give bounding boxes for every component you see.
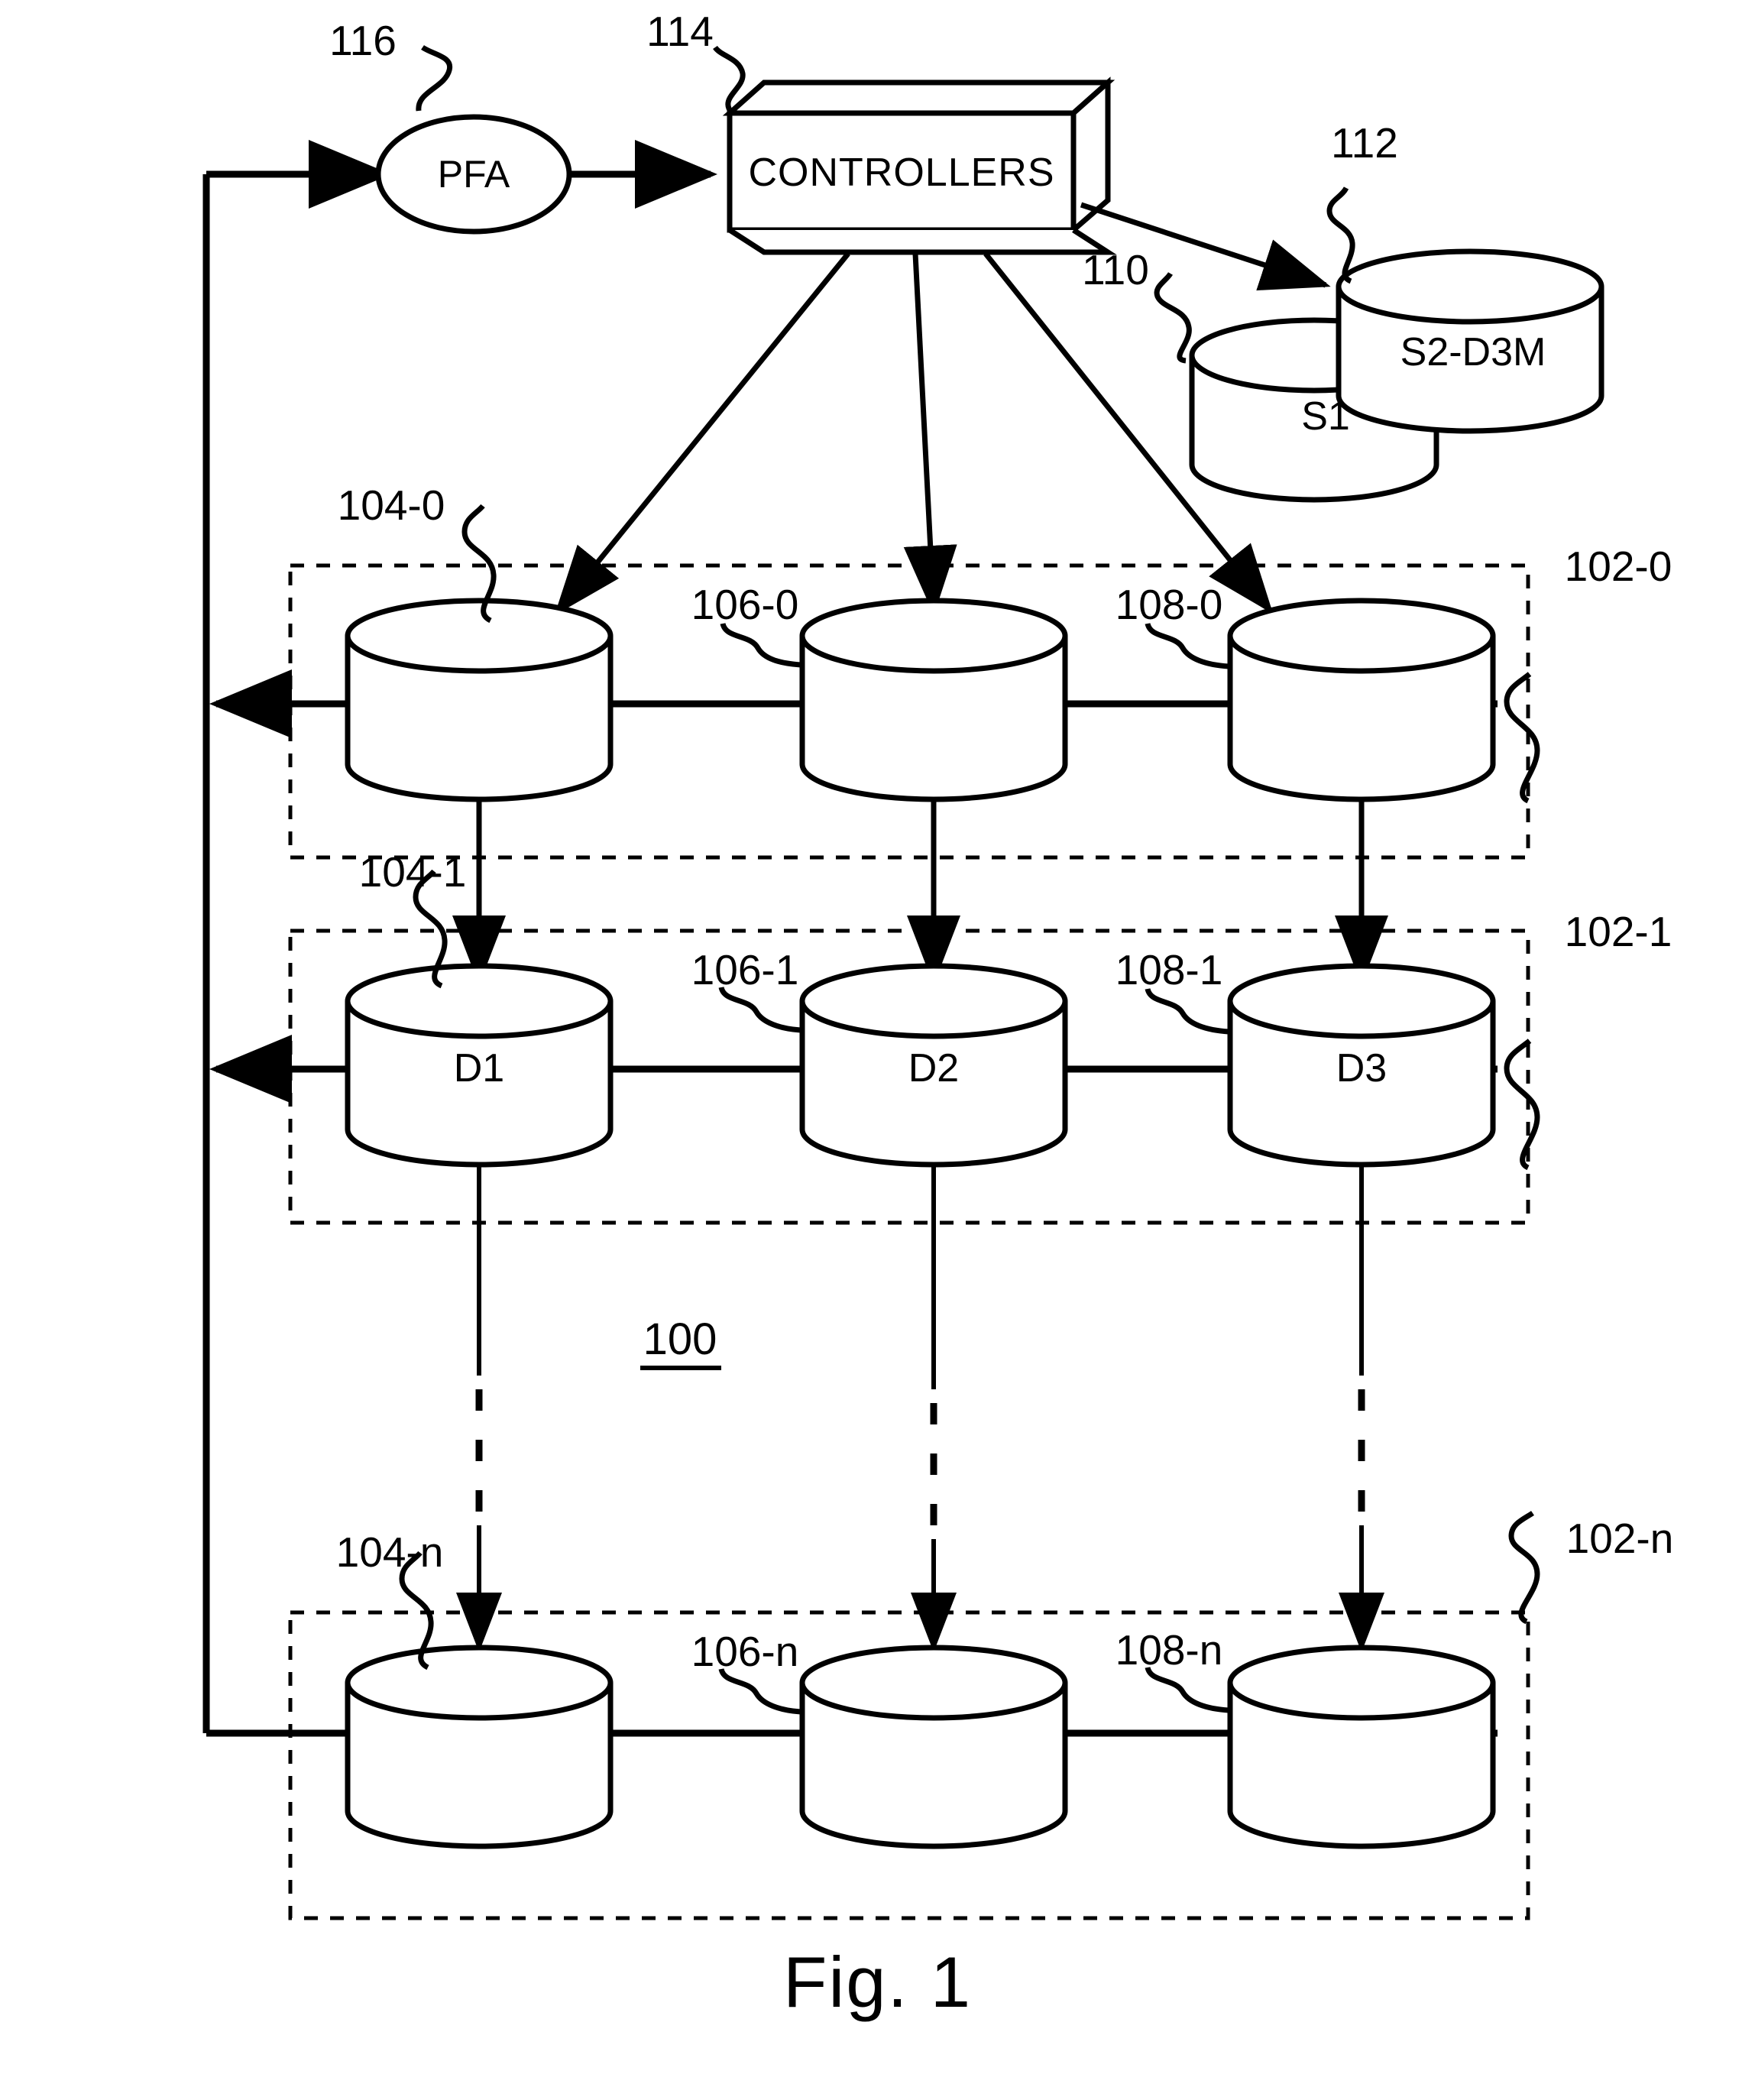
cylinder-106-0[interactable] bbox=[799, 598, 1068, 802]
ref-106-1-label: 106-1 bbox=[691, 946, 799, 993]
ref-102-0-leader: 102-0 bbox=[1504, 543, 1672, 804]
ref-102-1-label: 102-1 bbox=[1565, 908, 1672, 955]
ref-106-0-label: 106-0 bbox=[691, 581, 799, 628]
feedback-bus bbox=[202, 140, 391, 1737]
ref-102-1-leader: 102-1 bbox=[1504, 908, 1672, 1171]
ref-110-label: 110 bbox=[1082, 246, 1149, 293]
pfa-node[interactable]: PFA bbox=[375, 114, 572, 235]
pfa-label: PFA bbox=[438, 153, 510, 196]
cylinder-104-1[interactable]: D1 bbox=[345, 963, 614, 1168]
system-label-100-text: 100 bbox=[643, 1314, 717, 1364]
cylinder-108-n[interactable] bbox=[1227, 1645, 1496, 1849]
ref-106-n-leader: 106-n bbox=[691, 1628, 801, 1715]
ref-102-n-leader: 102-n bbox=[1508, 1511, 1674, 1625]
ref-116-label: 116 bbox=[329, 17, 397, 64]
controllers-to-106-0-arrow bbox=[903, 253, 957, 615]
ref-110-leader: 110 bbox=[1082, 246, 1192, 364]
ref-104-0-label: 104-0 bbox=[338, 481, 445, 529]
ref-108-1-leader: 108-1 bbox=[1115, 946, 1229, 1035]
cylinder-104-0[interactable] bbox=[345, 598, 614, 802]
cylinder-106-1-label: D2 bbox=[908, 1046, 959, 1091]
s2d3m-label: S2-D3M bbox=[1400, 330, 1546, 374]
ref-104-1-label: 104-1 bbox=[359, 848, 467, 896]
ref-102-n-label: 102-n bbox=[1566, 1515, 1674, 1562]
cylinder-108-0[interactable] bbox=[1227, 598, 1496, 802]
cylinder-106-1[interactable]: D2 bbox=[799, 963, 1068, 1168]
ref-108-1-label: 108-1 bbox=[1115, 946, 1223, 993]
ref-108-0-leader: 108-0 bbox=[1115, 581, 1229, 669]
ref-106-0-leader: 106-0 bbox=[691, 581, 801, 668]
ref-112-label: 112 bbox=[1331, 119, 1398, 167]
cylinder-104-n[interactable] bbox=[345, 1645, 614, 1849]
cylinder-108-1-label: D3 bbox=[1336, 1046, 1387, 1091]
cylinder-108-1[interactable]: D3 bbox=[1227, 963, 1496, 1168]
system-label-100: 100 bbox=[640, 1314, 721, 1370]
ref-106-n-label: 106-n bbox=[691, 1628, 799, 1675]
controllers-to-104-0-arrow bbox=[554, 251, 850, 616]
ref-108-n-leader: 108-n bbox=[1115, 1626, 1229, 1713]
s2d3m-cylinder[interactable]: S2-D3M bbox=[1336, 248, 1604, 434]
patent-figure: PFA 116 CONTROLLERS 114 S1 110 S2-D3M 11… bbox=[0, 0, 1755, 2100]
ref-114-label: 114 bbox=[646, 8, 714, 55]
ref-104-n-label: 104-n bbox=[336, 1528, 444, 1576]
diagram-canvas: PFA 116 CONTROLLERS 114 S1 110 S2-D3M 11… bbox=[202, 8, 1674, 1920]
ref-116-leader: 116 bbox=[329, 17, 453, 112]
cylinder-106-n[interactable] bbox=[799, 1645, 1068, 1849]
ref-106-1-leader: 106-1 bbox=[691, 946, 801, 1033]
controllers-node[interactable]: CONTROLLERS bbox=[722, 76, 1117, 255]
cylinder-104-1-label: D1 bbox=[454, 1046, 504, 1091]
ref-102-0-label: 102-0 bbox=[1565, 543, 1672, 590]
controllers-label: CONTROLLERS bbox=[748, 151, 1054, 195]
ref-108-0-label: 108-0 bbox=[1115, 581, 1223, 628]
ref-114-leader: 114 bbox=[646, 8, 746, 115]
ref-104-n-leader: 104-n bbox=[336, 1528, 444, 1671]
figure-caption: Fig. 1 bbox=[782, 1942, 973, 2022]
ref-108-n-label: 108-n bbox=[1115, 1626, 1223, 1674]
